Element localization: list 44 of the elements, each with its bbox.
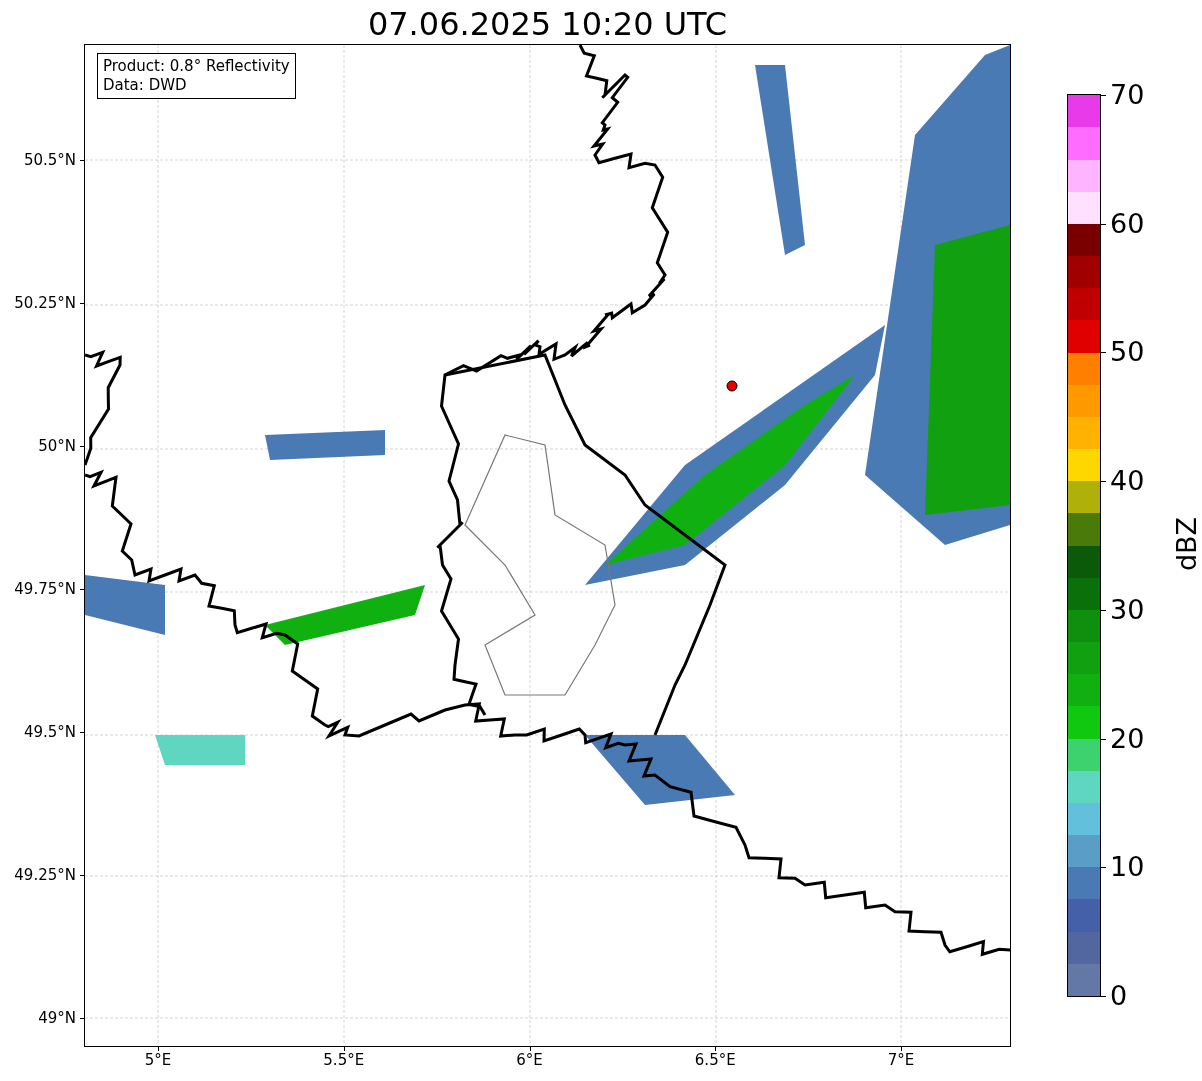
tick-mark: [1100, 996, 1106, 997]
axis-tick-label: 5.5°E: [322, 1051, 366, 1069]
tick-mark: [80, 160, 85, 161]
info-text: Data: DWD: [103, 76, 188, 95]
tick-mark: [1100, 352, 1106, 354]
tick-mark: [1100, 95, 1106, 96]
colorbar-tick-label: 30: [1110, 594, 1145, 625]
tick-mark: [1100, 481, 1106, 483]
axis-tick-label: 6°E: [515, 1051, 544, 1069]
info-text: Product: 0.8° Reflectivity: [103, 57, 290, 76]
colorbar-tick-label: 20: [1110, 723, 1145, 754]
axis-tick-label: 50.25°N: [13, 294, 76, 312]
axis-tick-label: 50.5°N: [22, 151, 76, 169]
colorbar-label: dBZ: [1171, 516, 1202, 572]
axis-tick-label: 7°E: [886, 1051, 916, 1069]
tick-mark: [715, 1046, 717, 1051]
tick-mark: [80, 875, 85, 876]
tick-mark: [1100, 609, 1106, 611]
tick-mark: [80, 1018, 85, 1019]
tick-mark: [529, 1046, 531, 1051]
colorbar-tick-label: 50: [1110, 337, 1145, 368]
colorbar-tick-label: 40: [1110, 466, 1145, 497]
axis-tick-label: 6.5°E: [693, 1051, 737, 1069]
tick-mark: [80, 303, 85, 304]
axis-tick-label: 49°N: [37, 1009, 76, 1027]
tick-mark: [158, 1046, 159, 1051]
axis-tick-label: 5°E: [143, 1051, 173, 1069]
chart-title: 07.06.2025 10:20 UTC: [366, 4, 729, 44]
tick-mark: [901, 1046, 902, 1051]
colorbar-tick-label: 0: [1110, 981, 1128, 1011]
tick-mark: [80, 589, 85, 590]
axis-tick-label: 49.25°N: [13, 866, 76, 884]
colorbar-tick-label: 70: [1110, 80, 1145, 110]
tick-mark: [1100, 223, 1106, 225]
colorbar-tick-label: 10: [1110, 852, 1145, 883]
tick-mark: [1100, 738, 1106, 740]
tick-mark: [343, 1046, 345, 1051]
axis-tick-label: 50°N: [37, 437, 76, 455]
tick-mark: [80, 732, 85, 733]
tick-mark: [80, 446, 85, 447]
colorbar-tick-label: 60: [1110, 208, 1145, 239]
axis-tick-label: 49.75°N: [13, 580, 76, 598]
tick-mark: [1100, 867, 1106, 869]
axis-tick-label: 49.5°N: [22, 723, 76, 741]
